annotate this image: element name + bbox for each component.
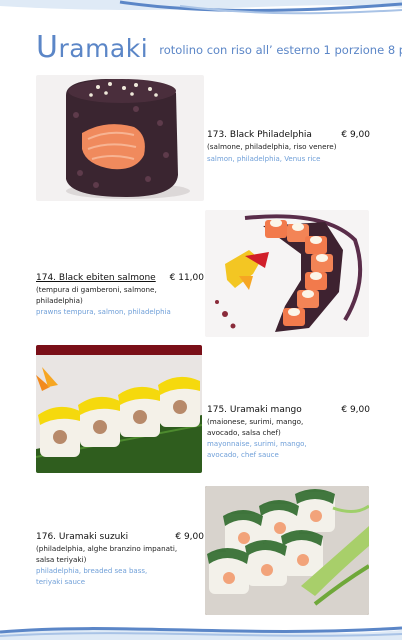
item-description-en: philadelphia, breaded sea bass, teriyaki…	[36, 567, 148, 586]
item-name: 174. Black ebiten salmone	[36, 273, 156, 283]
page-title: Uramaki	[36, 30, 149, 65]
item-price: € 9,00	[341, 405, 370, 415]
uramaki-mango-photo	[36, 345, 202, 473]
page-subtitle: rotolino con riso all’ esterno 1 porzion…	[159, 43, 402, 57]
black-philadelphia-photo	[36, 75, 204, 201]
item-name: 173. Black Philadelphia	[207, 130, 312, 140]
black-ebiten-salmone-photo	[205, 210, 369, 337]
menu-page: Uramaki rotolino con riso all’ esterno 1…	[0, 0, 402, 640]
item-price: € 11,00	[169, 273, 204, 283]
menu-item-176: 176. Uramaki suzuki € 9,00 (philadelphia…	[36, 532, 204, 587]
item-description-en: mayonnaise, surimi, mango, avocado, chef…	[207, 440, 307, 459]
item-name: 176. Uramaki suzuki	[36, 532, 129, 542]
item-description-en: prawns tempura, salmon, philadelphia	[36, 308, 171, 316]
item-description-it: (maionese, surimi, mango, avocado, salsa…	[207, 417, 304, 437]
item-name: 175. Uramaki mango	[207, 405, 302, 415]
page-header: Uramaki rotolino con riso all’ esterno 1…	[36, 30, 402, 65]
menu-item-174: 174. Black ebiten salmone € 11,00 (tempu…	[36, 273, 204, 318]
item-description-it: (tempura di gamberoni, salmone, philadel…	[36, 285, 157, 305]
item-price: € 9,00	[341, 130, 370, 140]
top-wave-decoration	[0, 0, 402, 15]
bottom-wave-decoration	[0, 626, 402, 640]
menu-item-175: 175. Uramaki mango € 9,00 (maionese, sur…	[207, 405, 370, 460]
item-description-it: (salmone, philadelphia, riso venere)	[207, 142, 337, 151]
item-price: € 9,00	[175, 532, 204, 542]
uramaki-suzuki-photo	[205, 486, 369, 615]
item-description-it: (philadelphia, alghe branzino impanati, …	[36, 544, 178, 564]
item-description-en: salmon, philadelphia, Venus rice	[207, 154, 321, 163]
menu-item-173: 173. Black Philadelphia € 9,00 (salmone,…	[207, 130, 370, 164]
